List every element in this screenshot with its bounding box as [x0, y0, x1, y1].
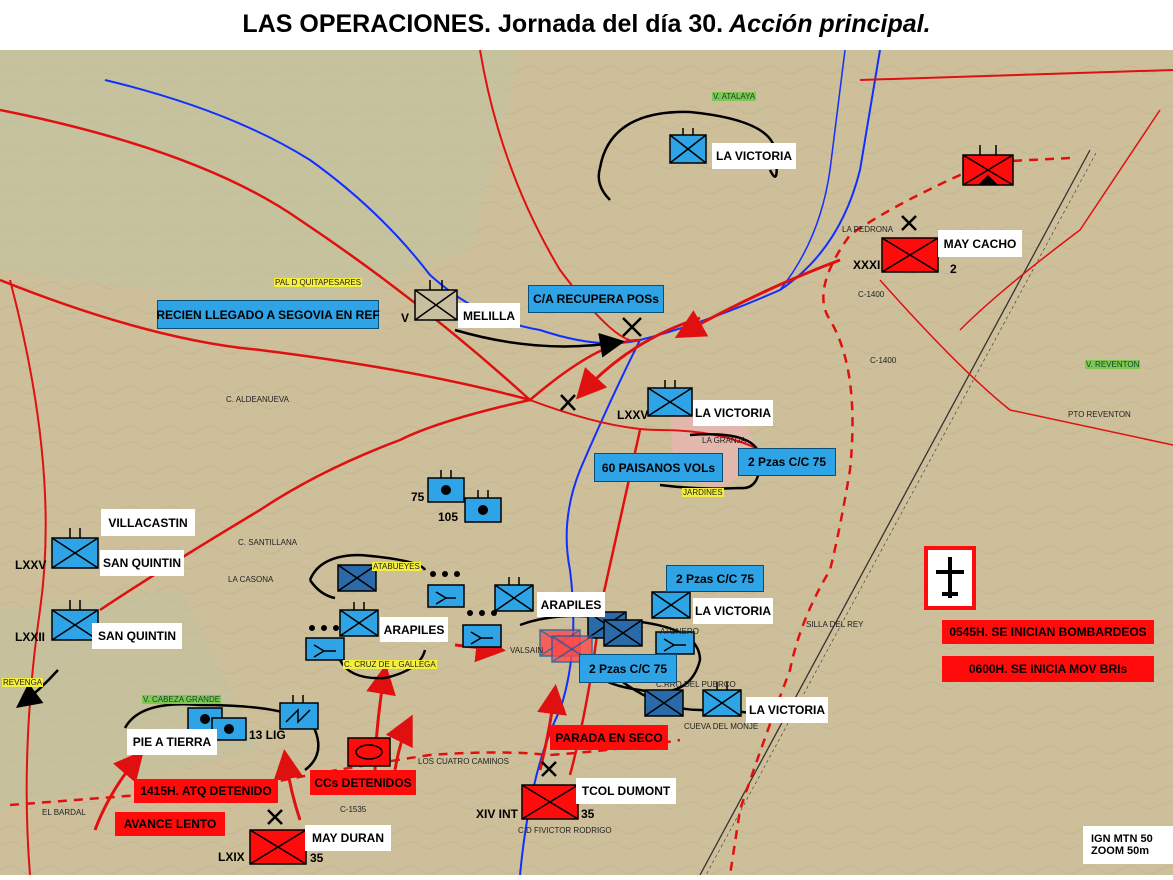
place-c1400a: C-1400: [858, 290, 885, 299]
label-avance-lento: AVANCE LENTO: [115, 812, 225, 836]
label-ccs-detenidos: CCs DETENIDOS: [310, 770, 416, 795]
label-recupera: C/A RECUPERA POSs: [528, 285, 664, 313]
label-75: 75: [411, 490, 425, 504]
map-title: LAS OPERACIONES. Jornada del día 30. Acc…: [0, 10, 1173, 39]
map-source-line-1: IGN MTN 50: [1091, 833, 1153, 845]
label-pzas-1: 2 Pzas C/C 75: [738, 448, 836, 476]
place-fivictor: C.D FIVICTOR RODRIGO: [518, 826, 612, 835]
infantry-unit-icon: [603, 619, 643, 647]
enemy-infantry-unit-icon: [881, 237, 939, 273]
place-quitapesares: PAL D QUITAPESARES: [274, 278, 363, 287]
map-source-box: IGN MTN 50 ZOOM 50m: [1083, 826, 1173, 864]
enemy-armor-unit-icon: [347, 737, 391, 767]
map-area: V. ATALAYA LA PEDRONA PAL D QUITAPESARES…: [0, 49, 1173, 876]
place-cruz: C. CRUZ DE L GALLEGA: [343, 660, 437, 669]
label-san-quintin-2: SAN QUINTIN: [92, 623, 182, 649]
infantry-unit-icon: [651, 591, 691, 619]
place-jardines: JARDINES: [682, 488, 724, 497]
label-2: 2: [950, 262, 957, 276]
cavalry-unit-icon: [305, 637, 345, 661]
label-lxix: LXIX: [218, 850, 245, 864]
label-bombardeos: 0545H. SE INICIAN BOMBARDEOS: [942, 620, 1154, 644]
place-santillana: C. SANTILLANA: [238, 538, 298, 547]
label-recien-llegado: RECIEN LLEGADO A SEGOVIA EN REF: [156, 300, 380, 329]
place-aldeanueva: C. ALDEANUEVA: [226, 395, 289, 404]
place-atalaya: V. ATALAYA: [712, 92, 757, 101]
label-tcol-dumont: TCOL DUMONT: [576, 778, 676, 804]
label-arapiles-1: ARAPILES: [537, 592, 605, 617]
label-pzas-3: 2 Pzas C/C 75: [579, 654, 677, 683]
place-silla: SILLA DEL REY: [806, 620, 864, 629]
title-part-3: Acción principal.: [723, 10, 931, 38]
label-parada: PARADA EN SECO: [550, 725, 668, 750]
place-casona: LA CASONA: [228, 575, 274, 584]
label-35-b: 35: [310, 851, 324, 865]
place-c1400b: C-1400: [870, 356, 897, 365]
label-pzas-2: 2 Pzas C/C 75: [666, 565, 764, 592]
place-atabueyes: ATABUEYES: [372, 562, 421, 571]
aircraft-icon: [924, 546, 976, 610]
place-revenga: REVENGA: [2, 678, 44, 687]
label-xiv-int: XIV INT: [476, 807, 519, 821]
enemy-infantry-unit-icon: [249, 829, 307, 865]
place-granja: LA GRANJA: [702, 436, 747, 445]
place-reventon: V. REVENTON: [1085, 360, 1141, 369]
place-c1535: C-1535: [340, 805, 367, 814]
label-arapiles-2: ARAPILES: [380, 617, 448, 642]
label-paisanos: 60 PAISANOS VOLs: [594, 453, 723, 482]
label-may-duran: MAY DURAN: [305, 825, 391, 851]
label-la-victoria-1: LA VICTORIA: [712, 143, 796, 169]
title-part-1: LAS OPERACIONES.: [242, 10, 492, 38]
label-la-victoria-3: LA VICTORIA: [693, 598, 773, 624]
label-mov-bris: 0600H. SE INICIA MOV BRIs: [942, 656, 1154, 682]
cavalry-unit-icon: [427, 584, 465, 608]
enemy-infantry-unit-icon: [521, 784, 579, 820]
label-13-lig: 13 LIG: [249, 728, 286, 742]
place-bardal: EL BARDAL: [42, 808, 86, 817]
place-pedrona: LA PEDRONA: [842, 225, 894, 234]
label-105: 105: [438, 510, 459, 524]
artillery-unit-icon: [211, 717, 247, 741]
cavalry-unit-icon: [462, 624, 502, 648]
place-monje: CUEVA DEL MONJE: [684, 722, 759, 731]
label-pie-a-tierra: PIE A TIERRA: [127, 729, 217, 755]
place-cabeza: V. CABEZA GRANDE: [142, 695, 222, 704]
place-atonero: ATONERO: [660, 627, 699, 636]
label-melilla: MELILLA: [458, 303, 520, 328]
label-lxxv-b: LXXV: [15, 558, 47, 572]
infantry-unit-icon: [644, 689, 684, 717]
place-valsain: VALSAIN: [510, 646, 544, 655]
label-xxxi: XXXI: [853, 258, 881, 272]
label-lxxv-a: LXXV: [617, 408, 649, 422]
label-lxxii: LXXII: [15, 630, 46, 644]
label-la-victoria-2: LA VICTORIA: [693, 400, 773, 426]
label-v: V: [401, 311, 410, 325]
place-cuatro: LOS CUATRO CAMINOS: [418, 757, 509, 766]
label-san-quintin-1: SAN QUINTIN: [100, 550, 184, 576]
label-villacastin: VILLACASTIN: [101, 509, 195, 536]
title-part-2: Jornada del día 30.: [491, 10, 724, 38]
place-pto-reventon: PTO REVENTON: [1068, 410, 1131, 419]
map-source-line-2: ZOOM 50m: [1091, 845, 1150, 857]
label-35-a: 35: [581, 807, 595, 821]
label-atq-detenido: 1415H. ATQ DETENIDO: [134, 779, 278, 803]
label-may-cacho: MAY CACHO: [938, 230, 1022, 257]
infantry-unit-icon: [337, 564, 377, 592]
label-la-victoria-4: LA VICTORIA: [746, 697, 828, 723]
